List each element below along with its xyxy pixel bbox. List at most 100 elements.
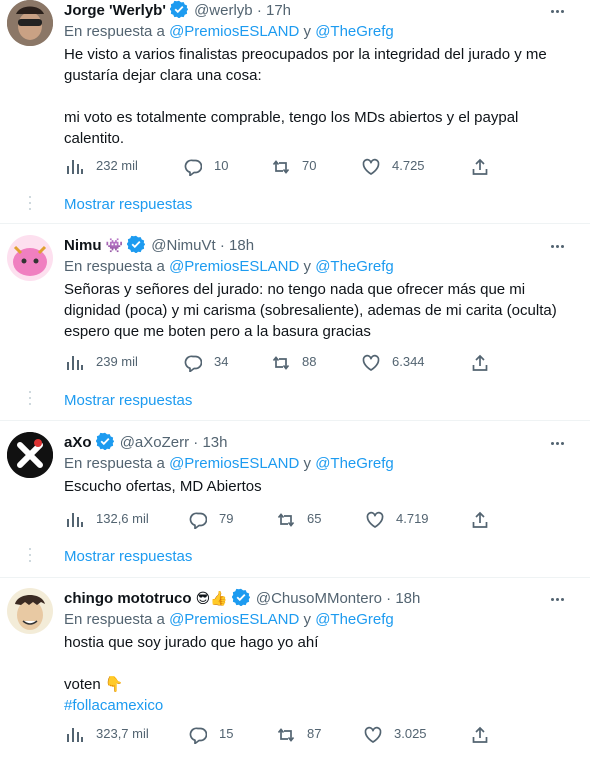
- avatar[interactable]: [7, 235, 53, 281]
- like-button[interactable]: 6.344: [362, 352, 425, 372]
- retweet-icon: [277, 513, 295, 526]
- reply-and: y: [303, 455, 312, 472]
- retweet-button[interactable]: 87: [277, 724, 321, 744]
- tweet-actions: 232 mil 10 70 4.725: [64, 156, 504, 176]
- retweet-count: 70: [302, 158, 317, 173]
- reply-count: 79: [219, 511, 234, 526]
- more-options-icon[interactable]: [550, 435, 570, 449]
- avatar[interactable]: [7, 432, 53, 478]
- retweet-icon: [272, 160, 290, 173]
- heart-icon: [362, 158, 380, 175]
- thread-connector: [29, 196, 31, 214]
- reply-icon: [184, 159, 203, 176]
- display-name[interactable]: aXo: [64, 434, 92, 451]
- separator-dot: ·: [256, 2, 262, 19]
- tweet-text-line: mi voto es totalmente comprable, tengo l…: [64, 109, 519, 147]
- timestamp[interactable]: 13h: [202, 434, 227, 451]
- show-replies-link[interactable]: Mostrar respuestas: [64, 547, 192, 567]
- reply-icon: [189, 727, 208, 744]
- hashtag-link[interactable]: #follacamexico: [64, 695, 564, 716]
- retweet-icon: [277, 728, 295, 741]
- tweet-text: Señoras y señores del jurado: no tengo n…: [64, 279, 564, 342]
- reply-mention[interactable]: @PremiosESLAND: [169, 455, 299, 472]
- display-name[interactable]: Nimu: [64, 237, 102, 254]
- show-replies-link[interactable]: Mostrar respuestas: [64, 391, 192, 411]
- separator-dot: ·: [193, 434, 199, 451]
- user-handle[interactable]: @werlyb: [194, 2, 253, 19]
- views-button[interactable]: 132,6 mil: [66, 509, 149, 529]
- reply-mention[interactable]: @PremiosESLAND: [169, 258, 299, 275]
- views-count: 232 mil: [96, 158, 138, 173]
- heart-icon: [366, 511, 384, 528]
- views-count: 132,6 mil: [96, 511, 149, 526]
- name-emoji: 😎👍: [195, 591, 228, 607]
- like-button[interactable]: 4.725: [362, 156, 425, 176]
- retweet-count: 65: [307, 511, 322, 526]
- views-count: 239 mil: [96, 354, 138, 369]
- reply-mention[interactable]: @TheGrefg: [315, 23, 394, 40]
- tweet-header: aXo @aXoZerr · 13h: [64, 431, 227, 452]
- user-handle[interactable]: @aXoZerr: [120, 434, 189, 451]
- reply-mention[interactable]: @TheGrefg: [315, 611, 394, 628]
- reply-and: y: [303, 23, 312, 40]
- views-button[interactable]: 239 mil: [66, 352, 138, 372]
- tweet[interactable]: Jorge 'Werlyb' @werlyb · 17h En respuest…: [0, 0, 590, 223]
- reply-mention[interactable]: @TheGrefg: [315, 455, 394, 472]
- reply-context: En respuesta a @PremiosESLAND y @TheGref…: [64, 257, 394, 277]
- thread-connector: [29, 391, 31, 409]
- user-handle[interactable]: @ChusoMMontero: [256, 590, 382, 607]
- more-options-icon[interactable]: [550, 591, 570, 605]
- retweet-button[interactable]: 70: [272, 156, 316, 176]
- reply-button[interactable]: 79: [189, 509, 233, 529]
- retweet-button[interactable]: 88: [272, 352, 316, 372]
- retweet-count: 88: [302, 354, 317, 369]
- like-button[interactable]: 3.025: [364, 724, 427, 744]
- reply-mention[interactable]: @PremiosESLAND: [169, 611, 299, 628]
- separator-dot: ·: [219, 237, 225, 254]
- tweet-actions: 323,7 mil 15 87 3.025: [64, 724, 504, 744]
- like-button[interactable]: 4.719: [366, 509, 429, 529]
- retweet-button[interactable]: 65: [277, 509, 321, 529]
- reply-mention[interactable]: @PremiosESLAND: [169, 23, 299, 40]
- show-replies-link[interactable]: Mostrar respuestas: [64, 195, 192, 215]
- views-button[interactable]: 323,7 mil: [66, 724, 149, 744]
- tweet-header: chingo mototruco 😎👍 @ChusoMMontero · 18h: [64, 587, 420, 608]
- tweet[interactable]: chingo mototruco 😎👍 @ChusoMMontero · 18h…: [0, 587, 590, 765]
- tweet[interactable]: aXo @aXoZerr · 13h En respuesta a @Premi…: [0, 431, 590, 577]
- reply-button[interactable]: 34: [184, 352, 228, 372]
- like-count: 4.719: [396, 511, 429, 526]
- display-name[interactable]: chingo mototruco: [64, 590, 192, 607]
- tweet-actions: 132,6 mil 79 65 4.719: [64, 509, 504, 529]
- retweet-count: 87: [307, 726, 322, 741]
- more-options-icon[interactable]: [550, 3, 570, 17]
- reply-count: 15: [219, 726, 234, 741]
- reply-button[interactable]: 10: [184, 156, 228, 176]
- share-button[interactable]: [471, 509, 501, 529]
- share-button[interactable]: [471, 724, 501, 744]
- divider: [0, 420, 590, 421]
- share-icon: [472, 354, 488, 371]
- share-button[interactable]: [471, 156, 501, 176]
- reply-mention[interactable]: @TheGrefg: [315, 258, 394, 275]
- like-count: 3.025: [394, 726, 427, 741]
- avatar[interactable]: [7, 0, 53, 46]
- tweet-text-line: He visto a varios finalistas preocupados…: [64, 46, 547, 84]
- user-handle[interactable]: @NimuVt: [151, 237, 215, 254]
- share-button[interactable]: [471, 352, 501, 372]
- reply-prefix: En respuesta a: [64, 455, 165, 472]
- views-button[interactable]: 232 mil: [66, 156, 138, 176]
- tweet-text-line: Escucho ofertas, MD Abiertos: [64, 478, 262, 495]
- views-icon: [67, 727, 83, 742]
- reply-prefix: En respuesta a: [64, 611, 165, 628]
- reply-prefix: En respuesta a: [64, 23, 165, 40]
- tweet[interactable]: Nimu 👾 @NimuVt · 18h En respuesta a @Pre…: [0, 234, 590, 420]
- timestamp[interactable]: 18h: [229, 237, 254, 254]
- more-options-icon[interactable]: [550, 238, 570, 252]
- avatar[interactable]: [7, 588, 53, 634]
- tweet-text-line: voten 👇: [64, 676, 124, 693]
- reply-button[interactable]: 15: [189, 724, 233, 744]
- display-name[interactable]: Jorge 'Werlyb': [64, 2, 166, 19]
- thread-connector: [29, 548, 31, 566]
- timestamp[interactable]: 18h: [395, 590, 420, 607]
- timestamp[interactable]: 17h: [266, 2, 291, 19]
